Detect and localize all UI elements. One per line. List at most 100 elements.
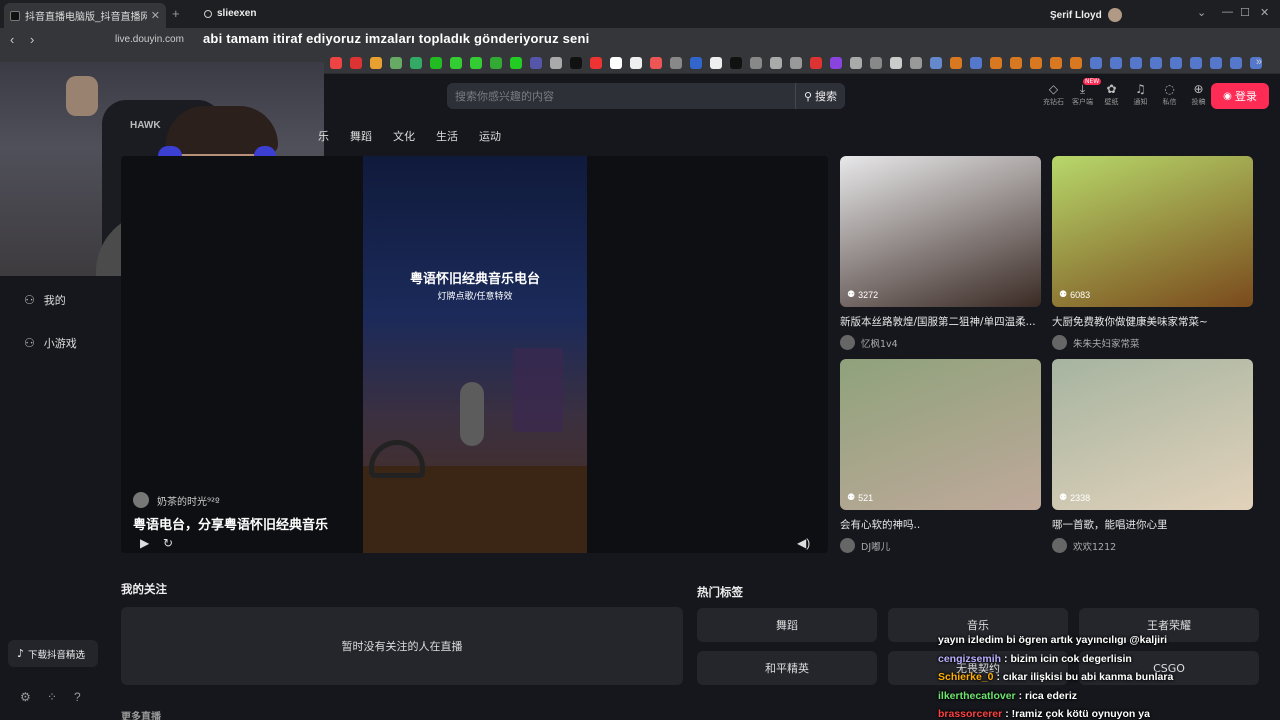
bookmark-icon[interactable] xyxy=(910,56,922,69)
live-card[interactable]: ⚉ 3272 新版本丝路敦煌/国服第二狙神/单四温柔... 忆枫1v4 xyxy=(840,156,1041,350)
sidebar-item-mine[interactable]: ⚇ 我的 xyxy=(24,292,66,308)
grid-icon[interactable]: ⁘ xyxy=(47,690,57,704)
bookmark-icon[interactable] xyxy=(650,56,662,69)
bookmark-icon[interactable] xyxy=(1030,56,1042,69)
bookmark-icon[interactable] xyxy=(590,56,602,69)
help-icon[interactable]: ? xyxy=(74,690,81,704)
header-action[interactable]: ⤓ 客户端 NEW xyxy=(1069,78,1102,107)
category-item[interactable]: 生活 xyxy=(436,128,458,144)
live-card[interactable]: ⚉ 6083 大厨免费教你做健康美味家常菜~ 朱朱夫妇家常菜 xyxy=(1052,156,1253,350)
back-icon[interactable]: ‹ xyxy=(10,32,14,47)
bookmark-icon[interactable] xyxy=(1190,56,1202,69)
live-card-title[interactable]: 新版本丝路敦煌/国服第二狙神/单四温柔... xyxy=(840,314,1041,329)
bookmark-icon[interactable] xyxy=(1230,56,1242,69)
bookmark-icon[interactable] xyxy=(1210,56,1222,69)
window-dropdown-icon[interactable]: ⌄ xyxy=(1197,6,1206,19)
bookmark-icon[interactable] xyxy=(970,56,982,69)
sidebar-item-minigames[interactable]: ⚇ 小游戏 xyxy=(24,335,77,351)
header-action[interactable]: ♫ 通知 xyxy=(1127,82,1154,107)
bookmark-icon[interactable] xyxy=(630,56,642,69)
bookmark-icon[interactable] xyxy=(470,56,482,69)
player-streamer[interactable]: 奶茶的时光⁹²º xyxy=(133,492,220,508)
bookmark-icon[interactable] xyxy=(750,56,762,69)
bookmark-icon[interactable] xyxy=(1010,56,1022,69)
bookmark-icon[interactable] xyxy=(330,56,342,69)
url-text[interactable]: live.douyin.com xyxy=(115,34,184,45)
bookmark-icon[interactable] xyxy=(390,56,402,69)
live-card-title[interactable]: 大厨免费教你做健康美味家常菜~ xyxy=(1052,314,1253,329)
hot-tag[interactable]: 舞蹈 xyxy=(697,608,877,642)
live-player[interactable]: 粤语怀旧经典音乐电台 灯牌点歌/任意特效 xyxy=(121,156,828,553)
bookmark-icon[interactable] xyxy=(830,56,842,69)
bookmark-icon[interactable] xyxy=(510,56,522,69)
bookmark-icon[interactable] xyxy=(550,56,562,69)
browser-tab-active[interactable]: 抖音直播电脑版_抖音直播网页版 ✕ xyxy=(4,3,166,28)
bookmark-icon[interactable] xyxy=(1110,56,1122,69)
login-button[interactable]: ◉ 登录 xyxy=(1211,83,1269,109)
refresh-icon[interactable]: ↻ xyxy=(163,536,173,550)
bookmark-icon[interactable] xyxy=(710,56,722,69)
category-item[interactable]: 文化 xyxy=(393,128,415,144)
hot-tag[interactable]: 和平精英 xyxy=(697,651,877,685)
category-item[interactable]: 舞蹈 xyxy=(350,128,372,144)
close-window-icon[interactable]: ✕ xyxy=(1260,6,1269,19)
bookmark-icon[interactable] xyxy=(350,56,362,69)
bookmark-icon[interactable] xyxy=(730,56,742,69)
bookmark-icon[interactable] xyxy=(810,56,822,69)
live-card-thumbnail[interactable]: ⚉ 2338 xyxy=(1052,359,1253,510)
bookmark-icon[interactable] xyxy=(1130,56,1142,69)
bookmark-icon[interactable] xyxy=(1090,56,1102,69)
settings-icon[interactable]: ⚙ xyxy=(20,690,31,704)
bookmark-icon[interactable] xyxy=(450,56,462,69)
live-card-thumbnail[interactable]: ⚉ 6083 xyxy=(1052,156,1253,307)
bookmark-icon[interactable] xyxy=(1170,56,1182,69)
bookmark-icon[interactable] xyxy=(1050,56,1062,69)
bookmark-icon[interactable] xyxy=(1150,56,1162,69)
bookmark-icon[interactable] xyxy=(370,56,382,69)
search-button[interactable]: ⚲ 搜索 xyxy=(795,83,845,109)
live-card-author[interactable]: 欢欢1212 xyxy=(1052,538,1253,553)
download-app-button[interactable]: ♪ 下载抖音精选 xyxy=(8,640,98,667)
bookmark-icon[interactable] xyxy=(930,56,942,69)
maximize-icon[interactable]: ☐ xyxy=(1240,6,1250,19)
bookmark-icon[interactable] xyxy=(870,56,882,69)
header-action[interactable]: ✿ 壁纸 xyxy=(1098,82,1125,107)
header-action[interactable]: ⊕ 投稿 xyxy=(1185,82,1212,107)
tab-close-icon[interactable]: ✕ xyxy=(151,9,160,22)
live-card-author[interactable]: DJ嘟儿 xyxy=(840,538,1041,553)
bookmark-icon[interactable] xyxy=(690,56,702,69)
bookmark-icon[interactable] xyxy=(610,56,622,69)
bookmark-icon[interactable] xyxy=(530,56,542,69)
new-tab-button[interactable]: + xyxy=(172,6,180,21)
category-item-partial[interactable]: 乐 xyxy=(318,128,329,144)
window-user[interactable]: Şerif Lloyd xyxy=(1050,8,1122,22)
live-card-author[interactable]: 忆枫1v4 xyxy=(840,335,1041,350)
bookmark-icon[interactable] xyxy=(950,56,962,69)
live-card-author[interactable]: 朱朱夫妇家常菜 xyxy=(1052,335,1253,350)
profile-tab[interactable]: slieexen xyxy=(204,8,256,19)
live-card[interactable]: ⚉ 521 会有心软的神吗.. DJ嘟儿 xyxy=(840,359,1041,553)
live-card[interactable]: ⚉ 2338 哪一首歌，能唱进你心里 欢欢1212 xyxy=(1052,359,1253,553)
live-card-thumbnail[interactable]: ⚉ 521 xyxy=(840,359,1041,510)
live-card-title[interactable]: 哪一首歌，能唱进你心里 xyxy=(1052,517,1253,532)
bookmark-icon[interactable] xyxy=(490,56,502,69)
category-item[interactable]: 运动 xyxy=(479,128,501,144)
header-action[interactable]: ◇ 充钻石 xyxy=(1040,82,1067,107)
minimize-icon[interactable]: — xyxy=(1222,6,1233,18)
live-card-title[interactable]: 会有心软的神吗.. xyxy=(840,517,1041,532)
bookmark-icon[interactable] xyxy=(990,56,1002,69)
bookmark-icon[interactable] xyxy=(890,56,902,69)
bookmark-icon[interactable] xyxy=(770,56,782,69)
header-action[interactable]: ◌ 私信 xyxy=(1156,82,1183,107)
play-icon[interactable]: ▶ xyxy=(140,536,149,550)
bookmark-icon[interactable] xyxy=(850,56,862,69)
bookmark-icon[interactable] xyxy=(790,56,802,69)
bookmark-icon[interactable] xyxy=(570,56,582,69)
live-video-frame[interactable]: 粤语怀旧经典音乐电台 灯牌点歌/任意特效 xyxy=(363,156,587,553)
bookmark-icon[interactable] xyxy=(1070,56,1082,69)
bookmarks-more-icon[interactable]: » xyxy=(1256,56,1262,68)
volume-icon[interactable]: ◀) xyxy=(797,536,810,550)
forward-icon[interactable]: › xyxy=(30,32,34,47)
bookmark-icon[interactable] xyxy=(430,56,442,69)
bookmark-icon[interactable] xyxy=(410,56,422,69)
